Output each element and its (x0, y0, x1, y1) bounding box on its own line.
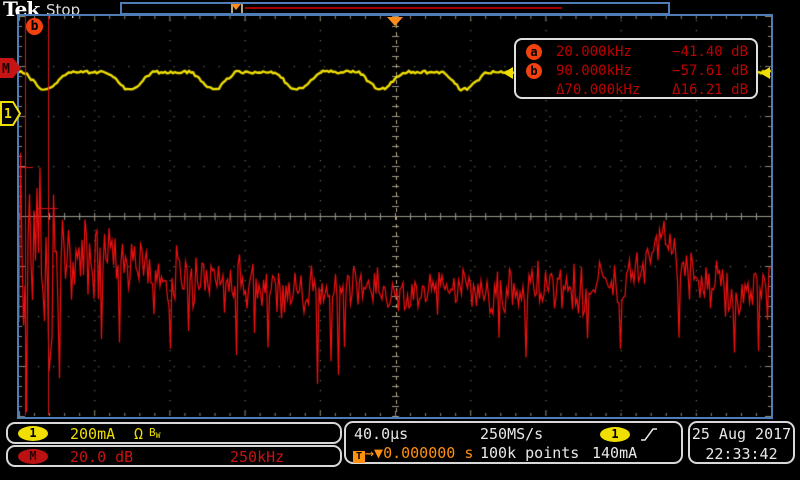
channel1-readout-bar: 1 200mA Ω BW (6, 422, 342, 444)
trace-continues-arrow-icon (503, 67, 513, 79)
record-bracket-right (241, 4, 243, 13)
cursor-b-level: −57.61 dB (672, 63, 748, 79)
time-per-div: 40.0µs (354, 425, 408, 443)
cursor-b-row: b 90.000kHz −57.61 dB (526, 61, 748, 80)
record-length: 100k points (480, 444, 579, 462)
cursor-a-badge: a (526, 44, 542, 60)
sample-rate: 250MS/s (480, 425, 543, 443)
cursor-a-frequency: 20.000kHz (556, 44, 632, 60)
cursor-readout-box: a 20.000kHz −41.40 dB b 90.000kHz −57.61… (514, 38, 758, 99)
horizontal-trigger-readout-bar: 40.0µs 250MS/s 1 T→▼0.000000 s 100k poin… (344, 421, 683, 464)
cursor-a-level: −41.40 dB (672, 44, 748, 60)
date-label: 25 Aug 2017 (690, 425, 793, 443)
trigger-level-value: 140mA (592, 444, 637, 462)
channel1-badge: 1 (18, 426, 48, 441)
ch1-marker-digit: 1 (4, 107, 12, 122)
trigger-delay-group: T→▼0.000000 s (353, 444, 473, 463)
trigger-delay-value: 0.000000 s (383, 444, 473, 462)
trigger-position-icon (387, 17, 403, 26)
cursor-delta-row: Δ70.000kHz Δ16.21 dB (526, 80, 748, 99)
cursor-b-frequency: 90.000kHz (556, 63, 632, 79)
math-badge: M (18, 449, 48, 464)
time-label: 22:33:42 (690, 445, 793, 463)
math-reference-marker: M (0, 58, 22, 79)
cursor-delta-badge (526, 82, 542, 98)
bandwidth-limit-icon: BW (149, 426, 160, 440)
rising-edge-icon (640, 427, 658, 443)
cursor-b-badge: b (526, 63, 542, 79)
cursor-b-label: b (26, 18, 43, 35)
trigger-arrow-icon: → (365, 444, 374, 462)
record-trigger-icon (231, 4, 241, 10)
datetime-box: 25 Aug 2017 22:33:42 (688, 421, 795, 464)
channel1-reference-marker: 1 (0, 101, 22, 127)
impedance-icon: Ω (134, 425, 143, 443)
trigger-source-badge: 1 (600, 427, 630, 442)
cursor-delta-frequency: Δ70.000kHz (556, 82, 640, 98)
math-readout-bar: M 20.0 dB 250kHz (6, 445, 342, 467)
math-horizontal-scale: 250kHz (230, 448, 284, 466)
trigger-marker-icon: ▼ (374, 444, 383, 462)
trigger-t-icon: T (353, 451, 365, 463)
cursor-delta-level: Δ16.21 dB (672, 82, 748, 98)
record-math-extent-line (245, 7, 562, 9)
math-marker-letter: M (2, 62, 10, 77)
math-vertical-scale: 20.0 dB (70, 448, 133, 466)
cursor-a-row: a 20.000kHz −41.40 dB (526, 42, 748, 61)
oscilloscope-screen: Tek Stop b M 1 a 20.000kHz −41.40 dB b 9… (0, 0, 800, 480)
trigger-level-arrow-icon (760, 67, 770, 79)
channel1-scale: 200mA (70, 425, 115, 443)
